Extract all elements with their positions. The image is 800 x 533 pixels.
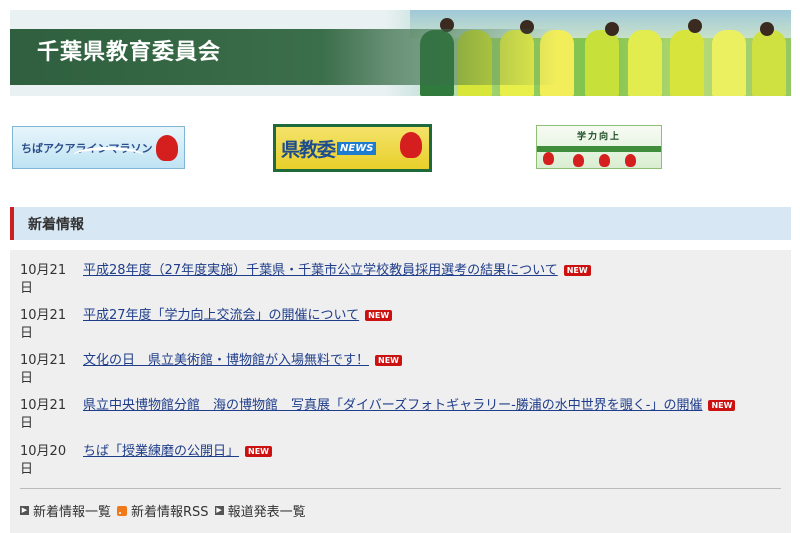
aqualine-marathon-banner[interactable]: ちばアクアラインマラソン xyxy=(12,126,185,169)
divider xyxy=(20,488,781,489)
kenkyoui-news-banner[interactable]: 県教委 NEWS xyxy=(273,124,432,172)
news-link[interactable]: 平成28年度（27年度実施）千葉県・千葉市公立学校教員採用選考の結果について xyxy=(83,263,558,278)
arrow-icon: ▶ xyxy=(20,506,29,515)
news-tag: NEWS xyxy=(337,141,377,155)
new-badge: NEW xyxy=(365,310,393,321)
bridge-graphic xyxy=(73,147,143,164)
news-link[interactable]: ちば「授業練磨の公開日」 xyxy=(83,444,239,459)
mascot-icon xyxy=(543,152,554,165)
news-list-link[interactable]: 新着情報一覧 xyxy=(33,501,111,520)
new-badge: NEW xyxy=(563,265,591,276)
new-badge: NEW xyxy=(375,355,402,366)
news-link[interactable]: 平成27年度「学力向上交流会」の開催について xyxy=(83,308,359,323)
new-badge: NEW xyxy=(245,446,272,457)
news-date: 10月21日 xyxy=(20,263,67,296)
mascot-icon xyxy=(156,135,178,161)
news-date: 10月21日 xyxy=(20,398,67,431)
section-heading: 新着情報 xyxy=(10,207,791,240)
mascot-icon xyxy=(573,154,584,167)
gakuryoku-koujou-banner[interactable]: 学力向上 xyxy=(536,125,662,169)
rss-icon xyxy=(117,505,128,516)
news-date: 10月21日 xyxy=(20,353,67,386)
mascot-icon xyxy=(400,132,422,158)
news-link[interactable]: 文化の日 県立美術館・博物館が入場無料です！ xyxy=(83,353,369,368)
site-title[interactable]: 千葉県教育委員会 xyxy=(37,34,221,66)
press-release-link[interactable]: 報道発表一覧 xyxy=(228,501,306,520)
news-date: 10月21日 xyxy=(20,308,67,341)
new-badge: NEW xyxy=(708,400,736,411)
footer-links: ▶ 新着情報一覧 新着情報RSS ▶ 報道発表一覧 xyxy=(20,501,312,520)
news-date: 10月20日 xyxy=(20,444,67,477)
banner-label: 学力向上 xyxy=(576,132,621,142)
news-link[interactable]: 県立中央博物館分館 海の博物館 写真展「ダイバーズフォトギャラリー-勝浦の水中世… xyxy=(83,398,702,413)
site-header: 千葉県教育委員会 xyxy=(10,10,791,96)
arrow-icon: ▶ xyxy=(214,506,224,515)
mascot-icon xyxy=(625,154,636,167)
section-title: 新着情報 xyxy=(28,217,84,233)
news-panel: 10月21日 平成28年度（27年度実施）千葉県・千葉市公立学校教員採用選考の結… xyxy=(10,250,791,533)
mascot-icon xyxy=(599,154,610,167)
banner-stripe xyxy=(537,146,661,152)
banner-label: 県教委 xyxy=(281,138,336,161)
news-rss-link[interactable]: 新着情報RSS xyxy=(131,501,209,520)
